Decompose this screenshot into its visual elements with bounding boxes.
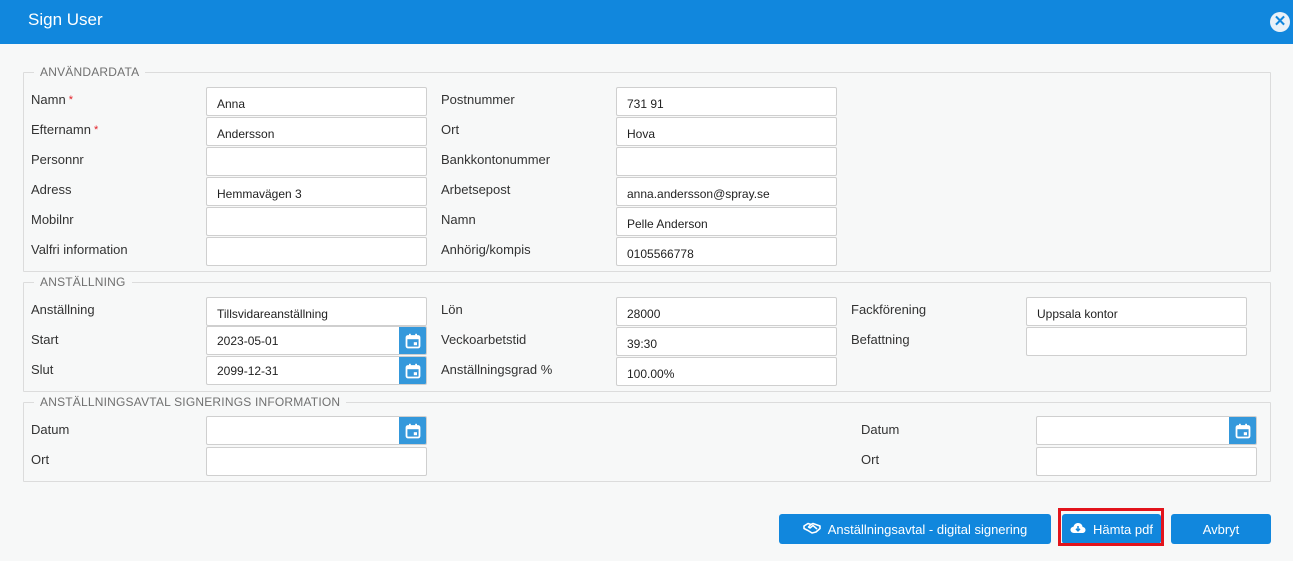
required-mark: * <box>68 94 73 106</box>
slut-date-field[interactable]: 2099-12-31 <box>206 356 427 385</box>
start-date-field[interactable]: 2023-05-01 <box>206 326 427 355</box>
label-veckoarbetstid: Veckoarbetstid <box>441 332 527 347</box>
label-mobilnr: Mobilnr <box>31 212 74 227</box>
calendar-icon[interactable] <box>399 357 426 384</box>
digital-signing-button[interactable]: Anställningsavtal - digital signering <box>779 514 1051 544</box>
calendar-icon[interactable] <box>399 417 426 444</box>
label-lon: Lön <box>441 302 463 317</box>
postnummer-field[interactable]: 731 91 <box>616 87 837 116</box>
label-arbetsepost: Arbetsepost <box>441 182 511 197</box>
cancel-button[interactable]: Avbryt <box>1171 514 1271 544</box>
adress-field[interactable]: Hemmavägen 3 <box>206 177 427 206</box>
datum-left-field[interactable] <box>206 416 427 445</box>
kontakt-namn-field[interactable]: Pelle Anderson <box>616 207 837 236</box>
label-fackforening: Fackförening <box>851 302 927 317</box>
label-personnr: Personnr <box>31 152 84 167</box>
datum-right-field[interactable] <box>1036 416 1257 445</box>
anhorig-kompis-field[interactable]: 0105566778 <box>616 237 837 266</box>
dialog-titlebar: Sign User ✕ <box>0 0 1293 44</box>
handshake-icon <box>802 522 821 537</box>
label-namn: Namn * <box>31 92 73 107</box>
label-postnummer: Postnummer <box>441 92 515 107</box>
lon-field[interactable]: 28000 <box>616 297 837 326</box>
label-slut: Slut <box>31 362 54 377</box>
section-legend: ANSTÄLLNINGSAVTAL SIGNERINGS INFORMATION <box>34 395 347 409</box>
label-anstallning: Anställning <box>31 302 95 317</box>
label-start: Start <box>31 332 59 347</box>
calendar-icon[interactable] <box>399 327 426 354</box>
highlight-box <box>1058 508 1164 546</box>
anstallningsgrad-field[interactable]: 100.00% <box>616 357 837 386</box>
personnr-field[interactable] <box>206 147 427 176</box>
ort-left-field[interactable] <box>206 447 427 476</box>
mobilnr-field[interactable] <box>206 207 427 236</box>
efternamn-field[interactable]: Andersson <box>206 117 427 146</box>
fackforening-field[interactable]: Uppsala kontor <box>1026 297 1247 326</box>
label-anstallningsgrad: Anställningsgrad % <box>441 362 553 377</box>
ort-field[interactable]: Hova <box>616 117 837 146</box>
valfri-information-field[interactable] <box>206 237 427 266</box>
label-adress: Adress <box>31 182 72 197</box>
befattning-field[interactable] <box>1026 327 1247 356</box>
label-kontakt-namn: Namn <box>441 212 476 227</box>
section-legend: ANSTÄLLNING <box>34 275 132 289</box>
section-legend: ANVÄNDARDATA <box>34 65 146 79</box>
bankkontonummer-field[interactable] <box>616 147 837 176</box>
veckoarbetstid-field[interactable]: 39:30 <box>616 327 837 356</box>
anstallning-field[interactable]: Tillsvidareanställning <box>206 297 427 326</box>
cancel-label: Avbryt <box>1202 521 1240 537</box>
ort-right-field[interactable] <box>1036 447 1257 476</box>
label-ort-left: Ort <box>31 452 50 467</box>
label-datum-left: Datum <box>31 422 70 437</box>
digital-signing-label: Anställningsavtal - digital signering <box>827 521 1028 537</box>
label-ort: Ort <box>441 122 460 137</box>
calendar-icon[interactable] <box>1229 417 1256 444</box>
label-anhorig-kompis: Anhörig/kompis <box>441 242 531 257</box>
dialog-title: Sign User <box>28 10 103 29</box>
label-ort-right: Ort <box>861 452 880 467</box>
close-icon[interactable]: ✕ <box>1270 12 1290 32</box>
label-valfri-information: Valfri information <box>31 242 128 257</box>
arbetsepost-field[interactable]: anna.andersson@spray.se <box>616 177 837 206</box>
label-datum-right: Datum <box>861 422 900 437</box>
label-bankkontonummer: Bankkontonummer <box>441 152 551 167</box>
required-mark: * <box>93 124 99 136</box>
label-befattning: Befattning <box>851 332 910 347</box>
label-efternamn: Efternamn * <box>31 122 99 137</box>
namn-field[interactable]: Anna <box>206 87 427 116</box>
